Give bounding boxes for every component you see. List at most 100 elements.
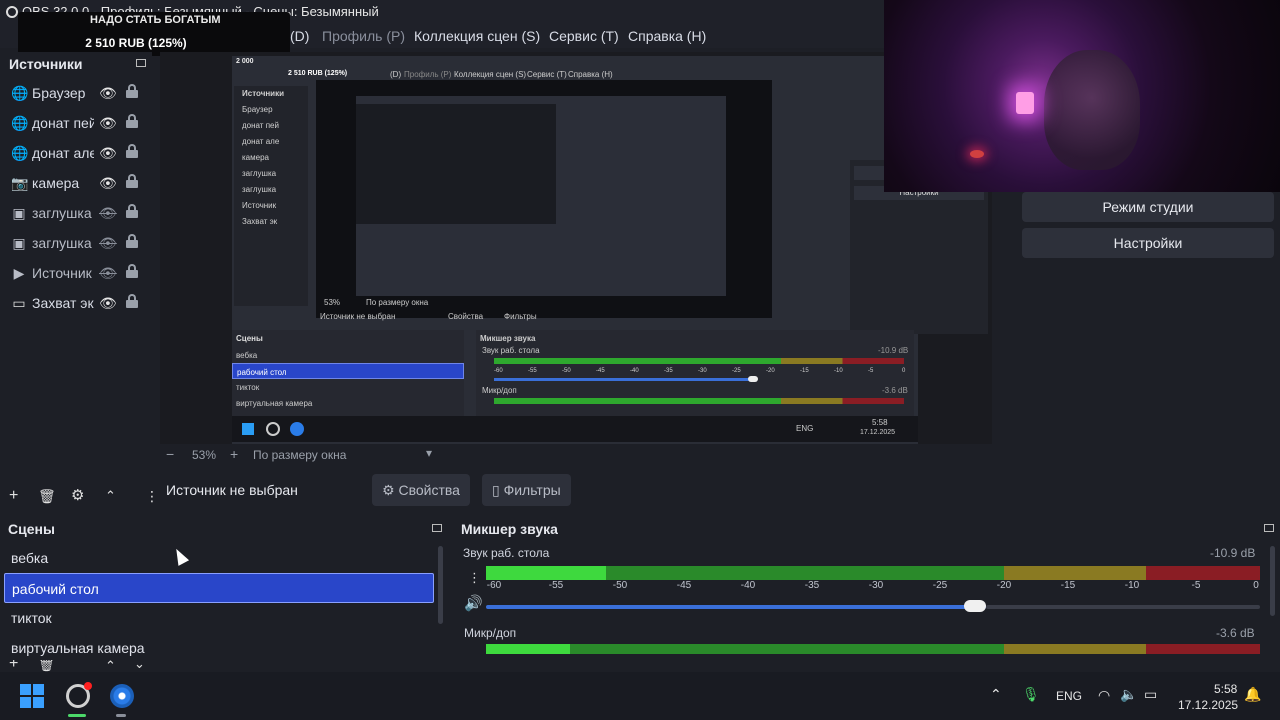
meter-level xyxy=(486,644,570,654)
tick-label: -40 xyxy=(740,580,756,591)
source-item-placeholder-2[interactable]: ▣ заглушка 👁 xyxy=(0,228,152,258)
eye-icon[interactable]: 👁 xyxy=(99,175,117,192)
lock-icon[interactable] xyxy=(126,174,138,188)
scenes-scrollbar[interactable] xyxy=(438,546,443,624)
lock-icon[interactable] xyxy=(126,84,138,98)
undock-icon[interactable] xyxy=(1264,524,1274,532)
studio-mode-button[interactable]: Режим студии xyxy=(1022,192,1274,222)
notification-bell-icon[interactable]: 🔔 xyxy=(1244,686,1261,703)
chevron-down-icon[interactable]: ▾ xyxy=(426,446,432,460)
undock-icon[interactable] xyxy=(432,524,442,532)
chevron-up-icon[interactable]: ⌃ xyxy=(105,486,116,506)
scene-item[interactable]: виртуальная камера xyxy=(4,633,434,663)
scene-item[interactable]: вебка xyxy=(4,543,434,573)
source-item-media[interactable]: ▶ Источник 👁 xyxy=(0,258,152,288)
nested-scene: тикток xyxy=(236,383,260,392)
zoom-fit-select[interactable]: По размеру окна xyxy=(253,448,346,462)
source-label: заглушка xyxy=(32,235,92,251)
image-icon: ▣ xyxy=(12,205,26,221)
language-indicator[interactable]: ENG xyxy=(1056,689,1082,703)
undock-icon[interactable] xyxy=(136,59,146,67)
source-item-donate-2[interactable]: 🌐 донат але 👁 xyxy=(0,138,152,168)
windows-start-icon[interactable] xyxy=(20,684,44,708)
volume-slider-knob[interactable] xyxy=(964,600,986,612)
source-item-camera[interactable]: 📷 камера 👁 xyxy=(0,168,152,198)
chevron-up-icon[interactable]: ⌃ xyxy=(105,660,116,672)
nested-channel-2-db: -3.6 dB xyxy=(882,386,908,395)
lock-icon[interactable] xyxy=(126,114,138,128)
sources-title: Источники xyxy=(9,56,83,72)
settings-button[interactable]: Настройки xyxy=(1022,228,1274,258)
trash-icon[interactable]: 🗑 xyxy=(38,660,55,672)
clock-date[interactable]: 17.12.2025 xyxy=(1178,698,1238,712)
eye-icon[interactable]: 👁 xyxy=(99,115,117,132)
eye-icon[interactable]: 👁 xyxy=(99,145,117,162)
battery-icon[interactable]: ▭ xyxy=(1144,686,1157,703)
chevron-up-icon[interactable]: ⌃ xyxy=(990,686,1002,703)
zoom-out-button[interactable]: − xyxy=(166,446,174,462)
controls-panel: Режим студии Настройки xyxy=(1016,192,1280,510)
nested-menu-profile: Профиль (P) xyxy=(404,70,452,79)
nested-source: Источник xyxy=(242,201,277,210)
more-vertical-icon[interactable]: ⋮ xyxy=(468,568,481,588)
globe-icon: 🌐 xyxy=(11,85,29,101)
source-label: камера xyxy=(32,175,80,191)
eye-icon[interactable]: 👁 xyxy=(99,85,117,102)
nested-scene: вебка xyxy=(236,351,258,360)
speaker-icon[interactable]: 🔊 xyxy=(464,594,483,614)
monitor-icon: ▭ xyxy=(12,295,26,311)
channel-desktop-db: -10.9 dB xyxy=(1210,546,1256,560)
menu-help[interactable]: Справка (H) xyxy=(628,24,706,48)
nested-tick: -40 xyxy=(630,368,639,374)
lock-icon[interactable] xyxy=(126,234,138,248)
lock-icon[interactable] xyxy=(126,144,138,158)
microphone-icon[interactable]: 🎙 xyxy=(1022,686,1040,703)
source-item-screen-capture[interactable]: ▭ Захват эк 👁 xyxy=(0,288,152,318)
add-scene-icon[interactable]: + xyxy=(9,660,18,672)
more-vertical-icon[interactable]: ⋮ xyxy=(145,486,159,506)
nested-tick: -25 xyxy=(732,368,741,374)
properties-button[interactable]: ⚙ Свойства xyxy=(372,474,470,506)
trash-icon[interactable]: 🗑 xyxy=(38,486,56,506)
zoom-in-button[interactable]: + xyxy=(230,446,238,462)
scenes-panel: Сцены вебка рабочий стол тикток виртуаль… xyxy=(0,516,448,672)
nested-deeper-preview xyxy=(356,104,556,224)
source-item-placeholder-1[interactable]: ▣ заглушка 👁 xyxy=(0,198,152,228)
nested-channel-1-db: -10.9 dB xyxy=(878,346,909,355)
tick-label: -60 xyxy=(486,580,502,591)
source-item-donate-1[interactable]: 🌐 донат пей 👁 xyxy=(0,108,152,138)
eye-hidden-icon[interactable]: 👁 xyxy=(99,235,117,252)
wifi-icon[interactable]: ◠ xyxy=(1098,687,1110,704)
scene-item-selected[interactable]: рабочий стол xyxy=(4,573,434,603)
lock-icon[interactable] xyxy=(126,294,138,308)
nested-source: Захват эк xyxy=(242,217,278,226)
image-icon: ▣ xyxy=(12,235,26,251)
menu-tools[interactable]: Сервис (T) xyxy=(549,24,619,48)
zoom-bar: − 53% + По размеру окна ▾ xyxy=(160,446,992,464)
menu-scene-collection[interactable]: Коллекция сцен (S) xyxy=(414,24,540,48)
menu-profile[interactable]: Профиль (P) xyxy=(322,24,405,48)
preview-canvas[interactable]: 2 000 2 510 RUB (125%) (D) Профиль (P) К… xyxy=(160,52,992,444)
eye-icon[interactable]: 👁 xyxy=(99,295,117,312)
filters-button[interactable]: ▯ Фильтры xyxy=(482,474,571,506)
play-icon: ▶ xyxy=(13,265,25,281)
mixer-scrollbar[interactable] xyxy=(1270,546,1275,616)
menu-docks[interactable]: (D) xyxy=(290,24,309,48)
add-source-icon[interactable]: + xyxy=(9,486,18,506)
lock-icon[interactable] xyxy=(126,204,138,218)
eye-hidden-icon[interactable]: 👁 xyxy=(99,205,117,222)
clock-time[interactable]: 5:58 xyxy=(1214,682,1237,696)
lock-icon[interactable] xyxy=(126,264,138,278)
source-item-browser[interactable]: 🌐 Браузер 👁 xyxy=(0,78,152,108)
volume-slider-track[interactable] xyxy=(986,605,1260,609)
gear-icon[interactable]: ⚙ xyxy=(71,486,84,506)
volume-icon[interactable]: 🔈 xyxy=(1120,686,1137,703)
channel-mic-aux: Микр/доп xyxy=(464,626,517,640)
tick-label: -15 xyxy=(1060,580,1076,591)
nested-tick: -45 xyxy=(596,368,605,374)
eye-hidden-icon[interactable]: 👁 xyxy=(99,265,117,282)
scene-item[interactable]: тикток xyxy=(4,603,434,633)
tick-label: -45 xyxy=(676,580,692,591)
chevron-down-icon[interactable]: ⌄ xyxy=(134,660,145,672)
browser-taskbar-icon[interactable] xyxy=(110,684,134,708)
